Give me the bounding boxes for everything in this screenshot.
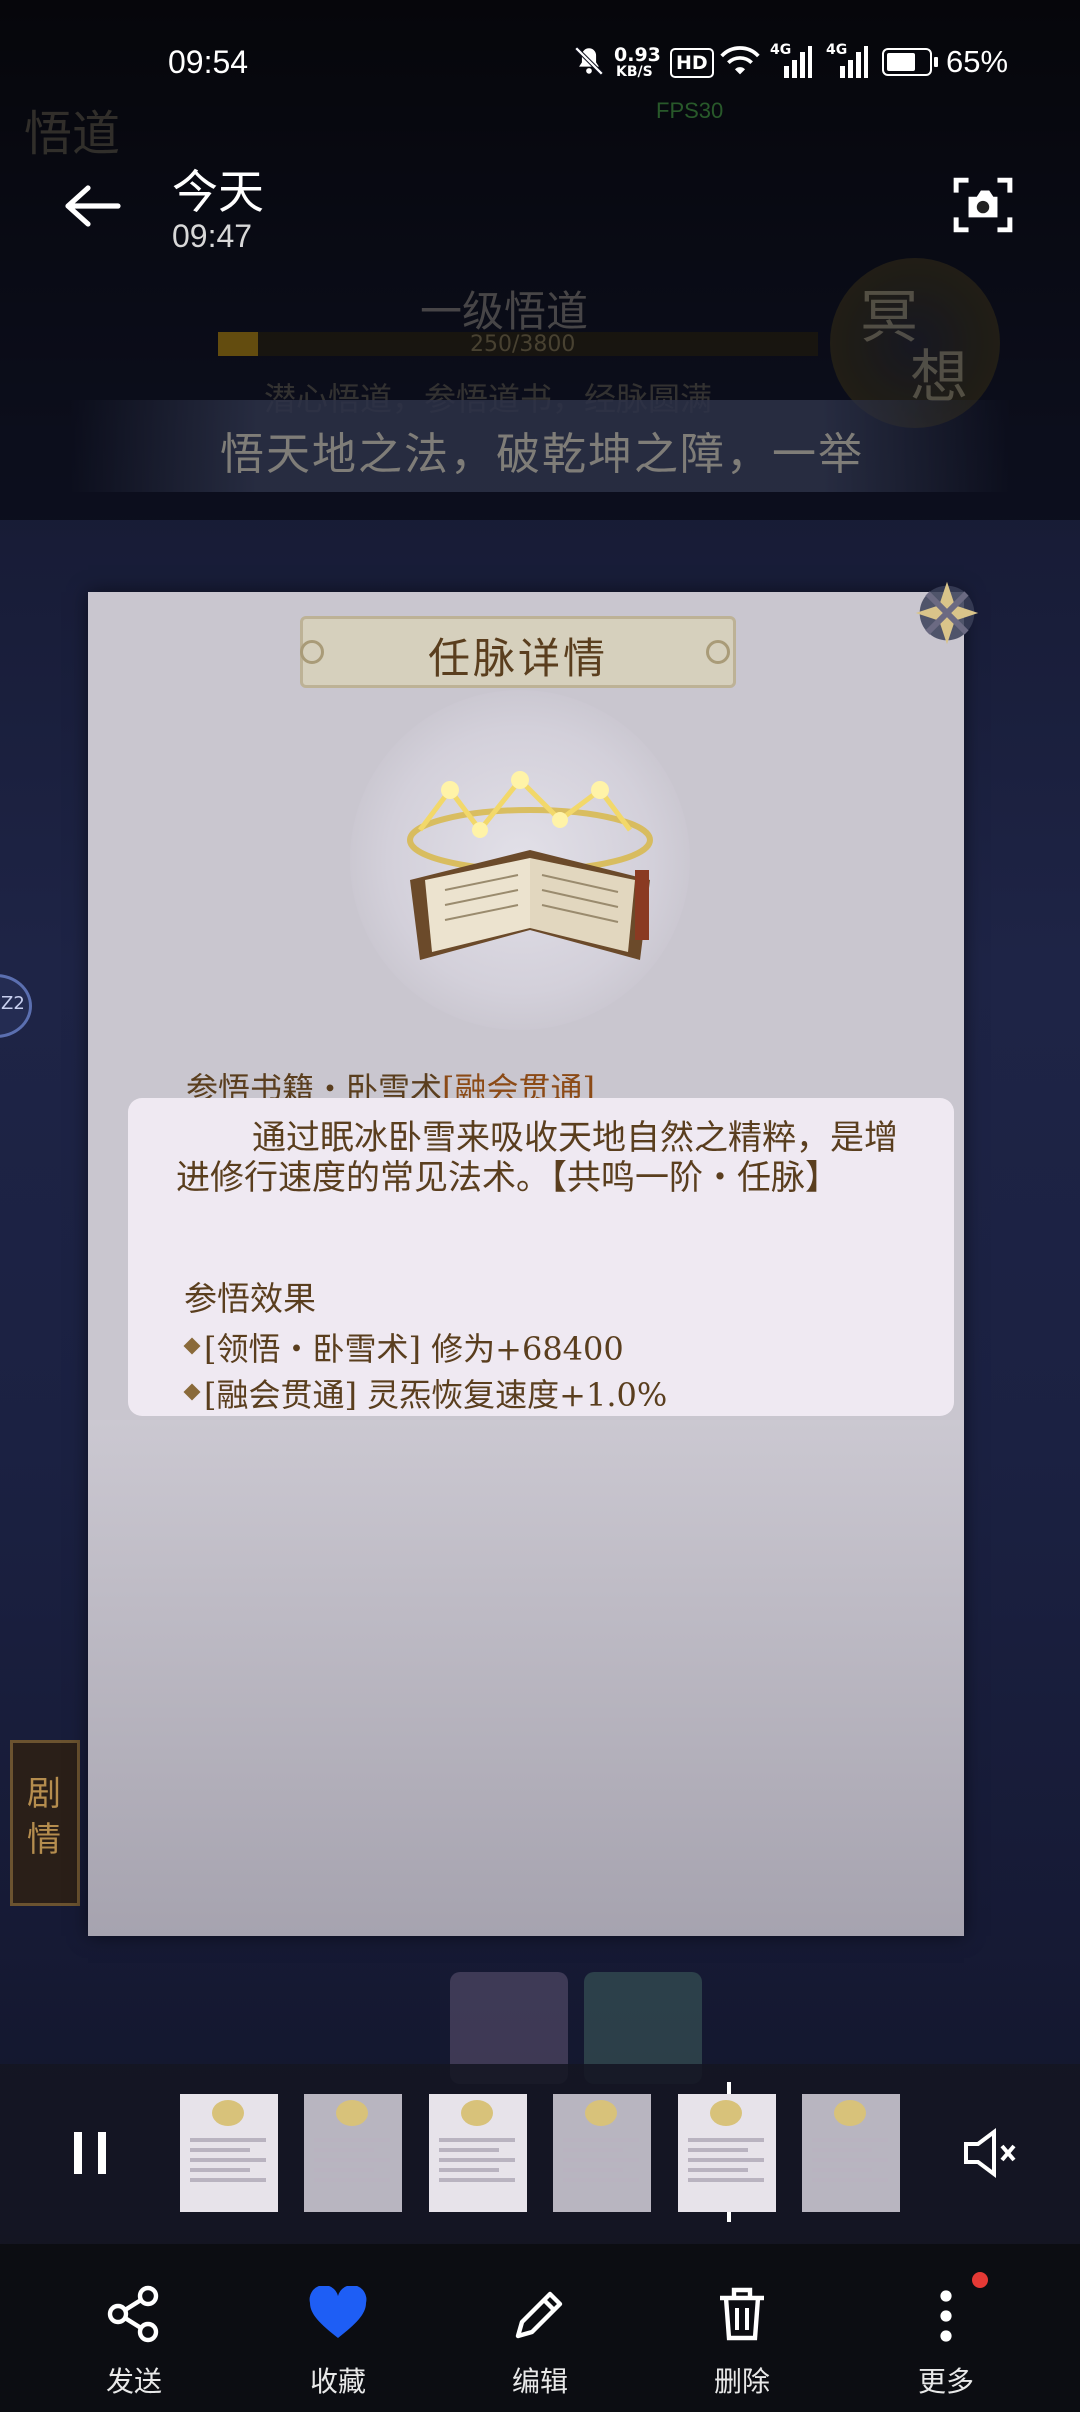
pause-icon[interactable] <box>68 2128 112 2178</box>
thumbnail-text-line <box>438 2148 499 2152</box>
mute-icon[interactable] <box>960 2126 1020 2180</box>
notification-dot <box>972 2272 988 2288</box>
thumbnail-emblem <box>709 2100 742 2126</box>
more-button[interactable]: 更多 <box>876 2244 1016 2412</box>
timeline-thumbnail[interactable] <box>180 2094 278 2212</box>
thumbnail-text-line <box>687 2158 764 2162</box>
plaque-ornament-right <box>706 640 730 664</box>
battery-icon <box>882 48 938 76</box>
side-bubble-label: Z2 <box>1 993 25 1014</box>
thumbnail-text-line <box>438 2158 515 2162</box>
thumbnail-text-line <box>438 2168 499 2172</box>
favorite-button[interactable]: 收藏 <box>268 2244 408 2412</box>
pencil-icon <box>515 2291 563 2339</box>
thumbnail-text-line <box>812 2138 888 2142</box>
thumbnail-emblem <box>460 2100 493 2126</box>
thumbnail-text-line <box>812 2178 888 2182</box>
thumbnail-emblem <box>585 2100 618 2126</box>
thumbnail-text-line <box>314 2178 391 2182</box>
effects-header: 参悟效果 <box>184 1279 316 1318</box>
net-speed-unit: KB/S <box>616 64 653 80</box>
thumbnail-text-line <box>314 2148 375 2152</box>
thumbnail-text-line <box>314 2168 375 2172</box>
book-description: 通过眠冰卧雪来吸收天地自然之精粹，是增进修行速度的常见法术。【共鸣一阶・任脉】 <box>176 1118 898 1198</box>
hd-badge-label: HD <box>676 52 708 74</box>
edit-label: 编辑 <box>511 2365 568 2398</box>
more-label: 更多 <box>917 2365 974 2398</box>
viewer-date: 今天 <box>172 165 264 219</box>
thumbnail-text-line <box>190 2168 250 2172</box>
edit-button[interactable]: 编辑 <box>470 2244 610 2412</box>
thumbnail-text-line <box>190 2178 266 2182</box>
timeline-thumbnail[interactable] <box>304 2094 403 2212</box>
thumbnail-emblem <box>834 2100 866 2126</box>
favorite-label: 收藏 <box>309 2365 366 2398</box>
timeline-strip[interactable] <box>180 2090 900 2216</box>
share-label: 发送 <box>105 2365 162 2398</box>
share-icon <box>107 2285 159 2343</box>
thumbnail-text-line <box>812 2148 872 2152</box>
timeline-thumbnail[interactable] <box>802 2094 900 2212</box>
thumbnail-text-line <box>563 2148 624 2152</box>
constellation-book-icon <box>407 771 653 960</box>
thumbnail-text-line <box>812 2158 888 2162</box>
thumbnail-emblem <box>336 2100 369 2126</box>
effect-item-2: [融会贯通] 灵炁恢复速度+1.0% <box>204 1376 668 1414</box>
panel-title-plaque: 任脉详情 <box>300 616 736 688</box>
story-side-tab[interactable]: 剧情 <box>10 1740 80 1906</box>
story-side-tab-label: 剧情 <box>27 1774 61 1860</box>
delete-label: 删除 <box>713 2365 770 2398</box>
thumbnail-text-line <box>563 2138 640 2142</box>
viewer-header: 今天 09:47 <box>0 120 1080 270</box>
net-speed-value: 0.93 <box>614 44 661 66</box>
thumbnail-text-line <box>563 2158 640 2162</box>
plaque-ornament-left <box>300 640 324 664</box>
back-arrow-icon[interactable] <box>62 182 122 230</box>
timeline-thumbnail[interactable] <box>553 2094 652 2212</box>
thumbnail-text-line <box>687 2138 764 2142</box>
effect-item-1: [领悟・卧雪术] 修为+68400 <box>204 1330 624 1368</box>
delete-button[interactable]: 删除 <box>672 2244 812 2412</box>
thumbnail-text-line <box>314 2138 391 2142</box>
thumbnail-text-line <box>563 2168 624 2172</box>
battery-percent: 65% <box>946 44 1009 79</box>
thumbnail-text-line <box>812 2168 872 2172</box>
signal-icon-1 <box>784 46 812 78</box>
thumbnail-text-line <box>687 2168 748 2172</box>
heart-icon <box>309 2286 367 2338</box>
thumbnail-text-line <box>314 2158 391 2162</box>
thumbnail-text-line <box>190 2138 266 2142</box>
silent-bell-icon <box>574 46 604 76</box>
panel-lower-shade <box>88 1420 964 1936</box>
status-bar: 09:54 0.93 KB/S HD 4G 4G 65% <box>0 0 1080 110</box>
thumbnail-text-line <box>190 2148 250 2152</box>
hd-badge: HD <box>670 48 714 78</box>
thumbnail-text-line <box>190 2158 266 2162</box>
panel-title: 任脉详情 <box>427 634 608 683</box>
thumbnail-text-line <box>687 2178 764 2182</box>
wifi-icon <box>720 46 760 75</box>
thumbnail-text-line <box>438 2178 515 2182</box>
thumbnail-text-line <box>687 2148 748 2152</box>
more-vertical-icon <box>940 2290 952 2342</box>
thumbnail-text-line <box>438 2138 515 2142</box>
status-time: 09:54 <box>168 44 249 80</box>
screenshot-camera-icon[interactable] <box>952 174 1014 236</box>
timeline-thumbnail[interactable] <box>677 2094 776 2212</box>
timeline-thumbnail[interactable] <box>428 2094 527 2212</box>
thumbnail-text-line <box>563 2178 640 2182</box>
signal-icon-2 <box>840 46 868 78</box>
trash-icon <box>720 2287 764 2341</box>
share-button[interactable]: 发送 <box>64 2244 204 2412</box>
thumbnail-emblem <box>212 2100 244 2126</box>
viewer-time: 09:47 <box>172 218 253 254</box>
close-icon[interactable] <box>908 574 986 652</box>
